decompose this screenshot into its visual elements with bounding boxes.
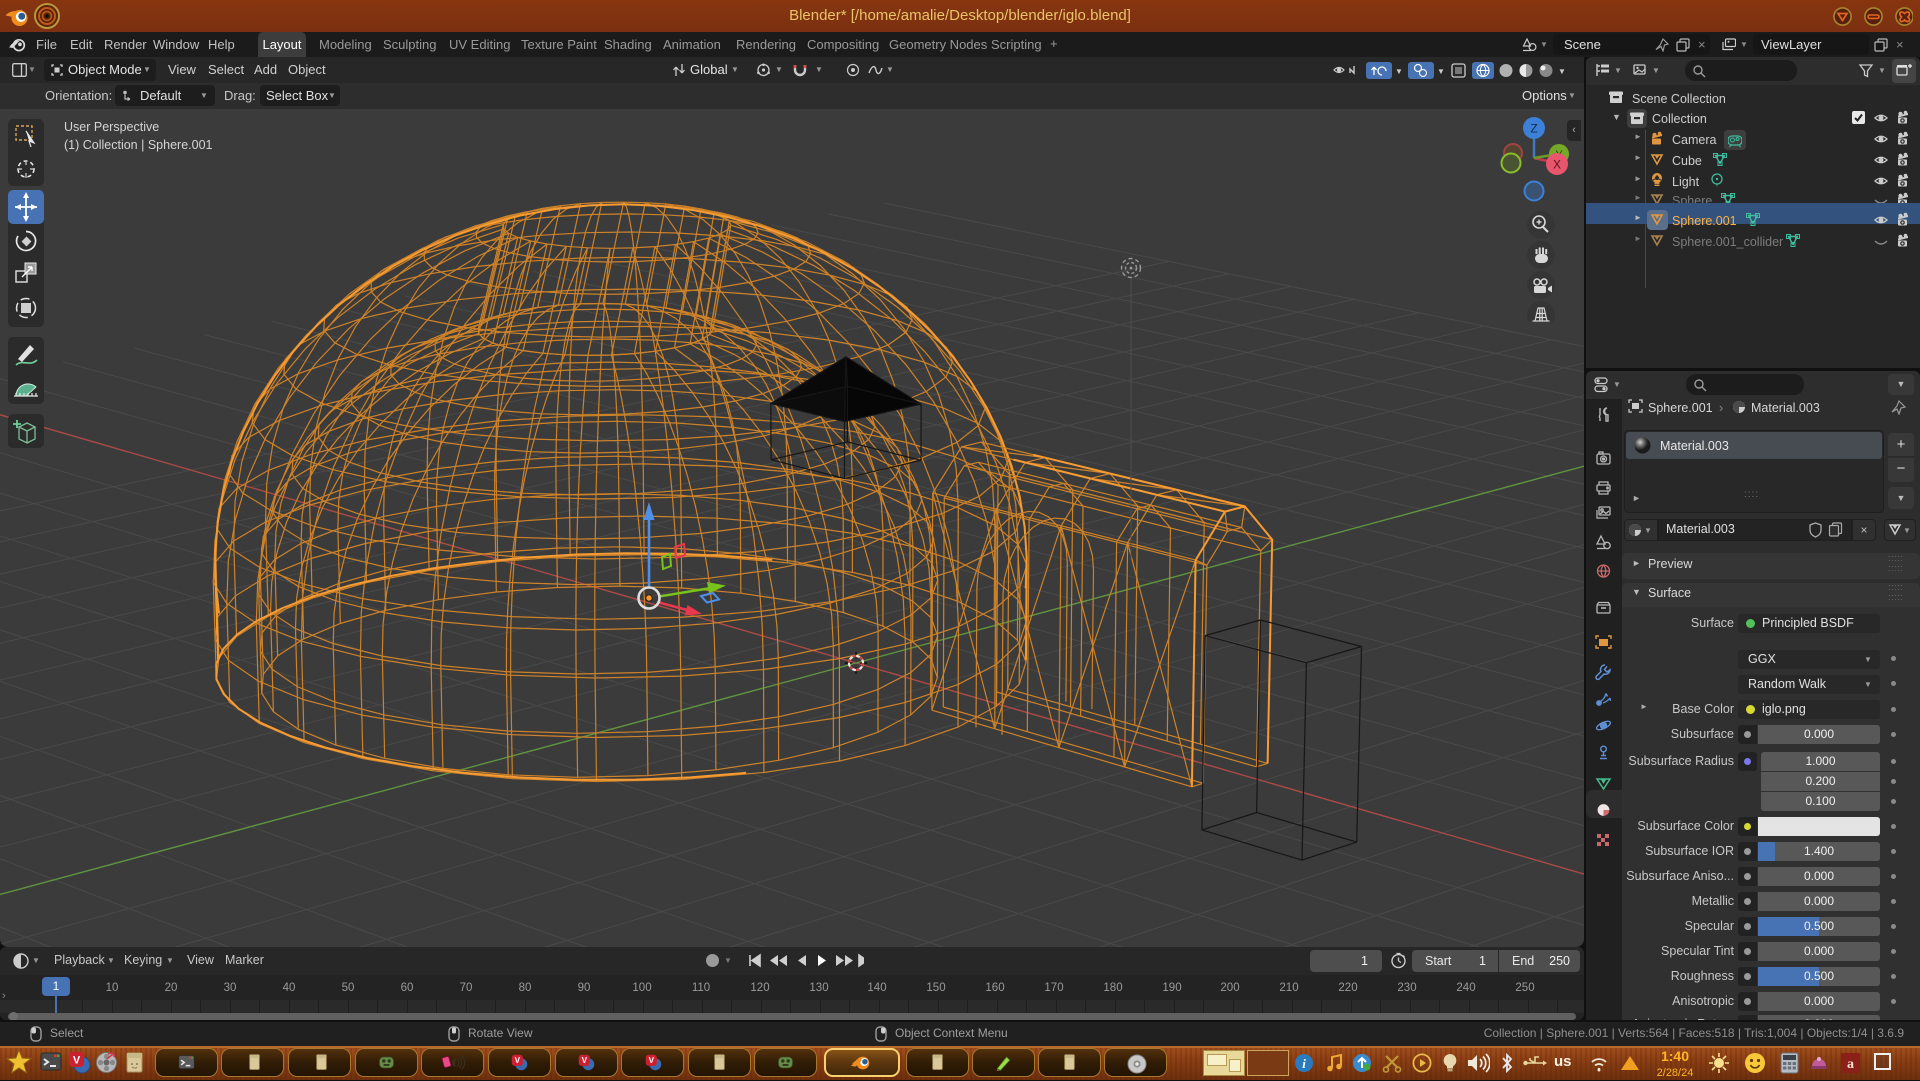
svg-text:120: 120 xyxy=(750,982,769,994)
svg-text:100: 100 xyxy=(632,982,651,994)
svg-text:190: 190 xyxy=(1162,982,1181,994)
svg-text:210: 210 xyxy=(1279,982,1298,994)
svg-text:90: 90 xyxy=(578,982,591,994)
svg-text:▼: ▼ xyxy=(1558,67,1566,76)
svg-text:70: 70 xyxy=(460,982,473,994)
svg-text:30: 30 xyxy=(224,982,237,994)
svg-text:50: 50 xyxy=(342,982,355,994)
svg-text:130: 130 xyxy=(809,982,828,994)
svg-text:240: 240 xyxy=(1456,982,1475,994)
svg-text:V: V xyxy=(73,1055,81,1067)
svg-text:40: 40 xyxy=(283,982,296,994)
svg-text:230: 230 xyxy=(1397,982,1416,994)
svg-text:20: 20 xyxy=(165,982,178,994)
svg-text:170: 170 xyxy=(1044,982,1063,994)
svg-text:250: 250 xyxy=(1515,982,1534,994)
svg-text:V: V xyxy=(649,1056,655,1065)
svg-text:80: 80 xyxy=(519,982,532,994)
svg-text:▼: ▼ xyxy=(1395,67,1403,76)
svg-text:V: V xyxy=(582,1056,588,1065)
svg-text:V: V xyxy=(515,1056,521,1065)
svg-text:X: X xyxy=(1553,158,1561,172)
svg-text:140: 140 xyxy=(867,982,886,994)
svg-text:60: 60 xyxy=(401,982,414,994)
svg-text:220: 220 xyxy=(1338,982,1357,994)
svg-text:a: a xyxy=(1847,1057,1854,1072)
svg-text:10: 10 xyxy=(106,982,119,994)
svg-text:i: i xyxy=(1302,1056,1306,1071)
svg-text:160: 160 xyxy=(985,982,1004,994)
svg-text:180: 180 xyxy=(1103,982,1122,994)
svg-text:110: 110 xyxy=(692,982,710,994)
svg-text:▼: ▼ xyxy=(1437,67,1445,76)
svg-text:Z: Z xyxy=(1530,122,1537,136)
svg-text:150: 150 xyxy=(926,982,945,994)
svg-text:200: 200 xyxy=(1220,982,1239,994)
